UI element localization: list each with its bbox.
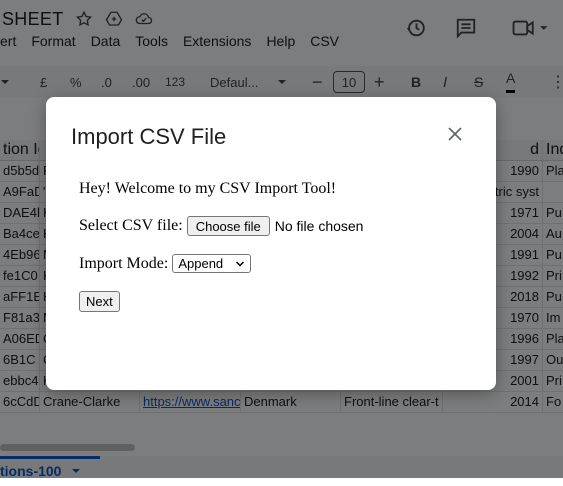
import-mode-select[interactable]: Append	[172, 254, 252, 273]
file-label: Select CSV file:	[79, 217, 183, 234]
import-mode-value: Append	[178, 256, 224, 271]
dialog-title: Import CSV File	[71, 124, 227, 149]
welcome-text: Hey! Welcome to my CSV Import Tool!	[79, 180, 337, 197]
choose-file-button[interactable]: Choose file	[186, 216, 270, 236]
close-button[interactable]	[445, 124, 465, 144]
mode-label: Import Mode:	[79, 254, 169, 272]
chevron-down-icon	[236, 261, 245, 267]
file-row: Select CSV file: Choose file No file cho…	[79, 216, 363, 236]
mode-row: Import Mode: Append	[79, 254, 252, 273]
file-status-text: No file chosen	[274, 218, 364, 234]
next-button[interactable]: Next	[79, 291, 120, 312]
import-csv-dialog: Import CSV File Hey! Welcome to my CSV I…	[46, 97, 496, 390]
next-row: Next	[79, 291, 120, 312]
close-icon	[448, 127, 462, 141]
